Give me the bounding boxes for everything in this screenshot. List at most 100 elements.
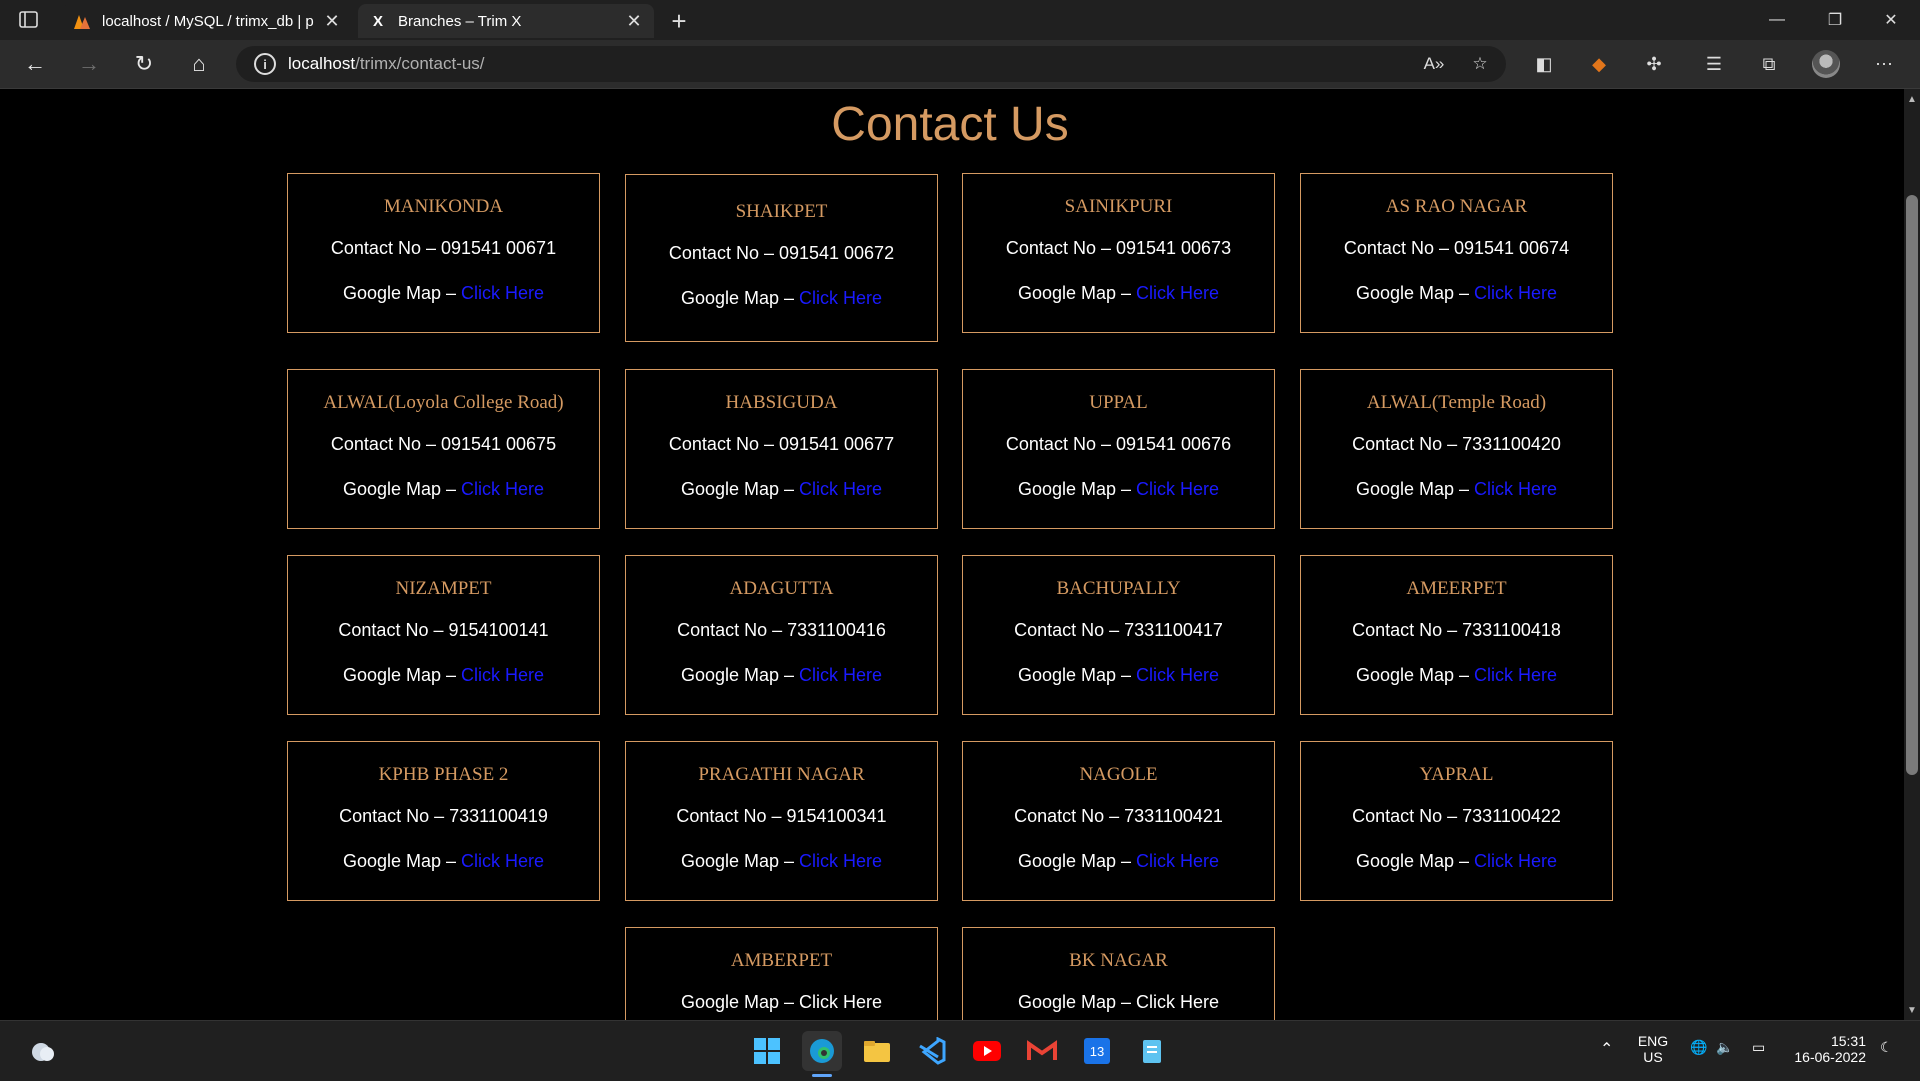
branch-card: AMEERPET Contact No – 7331100418 Google … [1300, 555, 1613, 715]
weather-icon[interactable] [22, 1031, 62, 1071]
profile-avatar[interactable] [1812, 50, 1840, 78]
network-icon[interactable]: 🌐 [1690, 1039, 1707, 1056]
trimx-favicon-icon: X [372, 12, 383, 30]
battery-icon[interactable]: ▭ [1752, 1039, 1765, 1056]
contact-number: Contact No – 091541 00676 [1005, 434, 1232, 454]
branch-card: ALWAL(Temple Road) Contact No – 73311004… [1300, 369, 1613, 529]
minimize-button[interactable]: — [1748, 0, 1806, 40]
more-menu-icon[interactable]: ⋯ [1870, 50, 1898, 78]
read-aloud-icon[interactable]: A» [1418, 48, 1450, 80]
branch-card: ADAGUTTA Contact No – 7331100416 Google … [625, 555, 938, 715]
extensions-icon[interactable]: ✣ [1640, 50, 1668, 78]
map-link[interactable]: Click Here [461, 479, 544, 499]
language-indicator[interactable]: ENG US [1636, 1033, 1670, 1065]
close-window-button[interactable]: ✕ [1862, 0, 1920, 40]
branch-name: ADAGUTTA [729, 578, 834, 599]
contact-number: Contact No – 9154100141 [338, 620, 549, 640]
forward-icon[interactable]: → [72, 48, 106, 80]
back-icon[interactable]: ← [18, 48, 52, 80]
chevron-up-icon[interactable]: ⌃ [1600, 1039, 1613, 1059]
site-info-icon[interactable]: i [254, 53, 276, 75]
scrollbar-thumb[interactable] [1906, 195, 1918, 775]
map-link[interactable]: Click Here [1136, 479, 1219, 499]
scroll-up-icon[interactable]: ▲ [1904, 91, 1920, 107]
address-bar[interactable]: i localhost/trimx/contact-us/ [236, 46, 1506, 82]
branch-name: MANIKONDA [383, 196, 504, 217]
tab-actions-icon[interactable] [18, 10, 40, 30]
map-link[interactable]: Click Here [799, 288, 882, 308]
map-link[interactable]: Click Here [1136, 851, 1219, 871]
vscode-icon[interactable] [912, 1031, 952, 1071]
contact-number: Contact No – 091541 00677 [668, 434, 895, 454]
map-link[interactable]: Click Here [799, 851, 882, 871]
active-app-indicator [812, 1074, 832, 1077]
gmail-icon[interactable] [1022, 1031, 1062, 1071]
metamask-icon[interactable]: ◆ [1585, 50, 1613, 78]
notepad-icon[interactable] [1132, 1031, 1172, 1071]
close-tab-icon[interactable]: ✕ [624, 11, 644, 31]
tab-phpmyadmin[interactable]: localhost / MySQL / trimx_db | p ✕ [62, 4, 352, 38]
map-link[interactable]: Click Here [799, 665, 882, 685]
branch-name: BACHUPALLY [1056, 578, 1181, 599]
google-map-line: Google Map – Click Here [1355, 283, 1558, 303]
contact-number: Contact No – 7331100422 [1352, 806, 1561, 826]
branch-card: NAGOLE Conatct No – 7331100421 Google Ma… [962, 741, 1275, 901]
branch-card: BACHUPALLY Contact No – 7331100417 Googl… [962, 555, 1275, 715]
home-icon[interactable]: ⌂ [182, 48, 216, 80]
refresh-icon[interactable]: ↻ [127, 48, 161, 80]
new-tab-button[interactable]: + [664, 6, 694, 36]
youtube-icon[interactable] [967, 1031, 1007, 1071]
map-link[interactable]: Click Here [799, 992, 882, 1012]
start-icon[interactable] [747, 1031, 787, 1071]
branch-name: AMEERPET [1406, 578, 1507, 599]
branch-name: SAINIKPURI [1064, 196, 1173, 217]
branch-name: NIZAMPET [395, 578, 492, 599]
map-link[interactable]: Click Here [1136, 283, 1219, 303]
branch-name: ALWAL(Temple Road) [1366, 392, 1547, 413]
google-map-line: Google Map – Click Here [680, 479, 883, 499]
volume-icon[interactable]: 🔈 [1716, 1039, 1733, 1056]
map-link[interactable]: Click Here [1474, 283, 1557, 303]
focus-assist-icon[interactable]: ☾ [1880, 1039, 1893, 1056]
branch-card: BK NAGAR Google Map – Click Here [962, 927, 1275, 1020]
map-link[interactable]: Click Here [799, 479, 882, 499]
favorites-icon[interactable]: ☰ [1700, 50, 1728, 78]
branch-name: ALWAL(Loyola College Road) [323, 392, 564, 413]
google-map-line: Google Map – Click Here [1017, 992, 1220, 1012]
scroll-down-icon[interactable]: ▼ [1904, 1002, 1920, 1018]
restore-button[interactable]: ❐ [1806, 0, 1864, 40]
branch-card: NIZAMPET Contact No – 9154100141 Google … [287, 555, 600, 715]
contact-number: Contact No – 7331100416 [677, 620, 886, 640]
map-link[interactable]: Click Here [461, 665, 544, 685]
extension-icon[interactable]: ◧ [1530, 50, 1558, 78]
phpmyadmin-icon [72, 11, 92, 31]
google-map-line: Google Map – Click Here [342, 479, 545, 499]
google-map-line: Google Map – Click Here [680, 288, 883, 308]
collections-icon[interactable]: ⧉ [1755, 50, 1783, 78]
google-map-line: Google Map – Click Here [1355, 851, 1558, 871]
windows-taskbar: 13 ⌃ ENG US 🌐 🔈 ▭ 15:31 16-06-2022 ☾ [0, 1020, 1920, 1081]
branch-card: UPPAL Contact No – 091541 00676 Google M… [962, 369, 1275, 529]
contact-number: Contact No – 7331100418 [1352, 620, 1561, 640]
clock[interactable]: 15:31 16-06-2022 [1784, 1033, 1866, 1065]
branch-card: AS RAO NAGAR Contact No – 091541 00674 G… [1300, 173, 1613, 333]
google-map-line: Google Map – Click Here [1017, 479, 1220, 499]
tab-branches[interactable]: X Branches – Trim X ✕ [358, 4, 654, 38]
close-tab-icon[interactable]: ✕ [322, 11, 342, 31]
edge-icon[interactable] [802, 1031, 842, 1071]
map-link[interactable]: Click Here [1136, 665, 1219, 685]
map-link[interactable]: Click Here [1474, 479, 1557, 499]
calendar-icon[interactable]: 13 [1077, 1031, 1117, 1071]
map-link[interactable]: Click Here [461, 283, 544, 303]
map-link[interactable]: Click Here [1474, 851, 1557, 871]
branch-name: KPHB PHASE 2 [378, 764, 509, 785]
file-explorer-icon[interactable] [857, 1031, 897, 1071]
google-map-line: Google Map – Click Here [1017, 851, 1220, 871]
map-link[interactable]: Click Here [1474, 665, 1557, 685]
map-link[interactable]: Click Here [461, 851, 544, 871]
add-favorite-icon[interactable]: ☆ [1464, 48, 1496, 80]
contact-number: Contact No – 091541 00671 [330, 238, 557, 258]
map-link[interactable]: Click Here [1136, 992, 1219, 1012]
contact-number: Contact No – 091541 00673 [1005, 238, 1232, 258]
branch-card: YAPRAL Contact No – 7331100422 Google Ma… [1300, 741, 1613, 901]
